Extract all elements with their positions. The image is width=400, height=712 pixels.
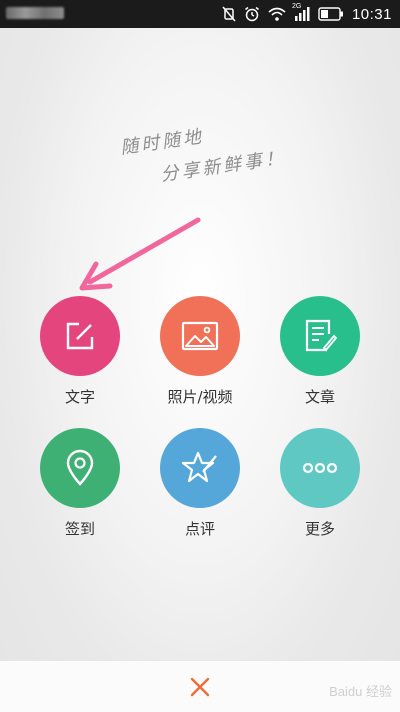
status-bar: 2G 10:31 [0, 0, 400, 28]
action-text-button[interactable] [40, 296, 120, 376]
action-article[interactable]: 文章 [260, 296, 380, 407]
network-type-label: 2G [291, 3, 302, 10]
mute-icon [222, 6, 236, 22]
action-photo-video[interactable]: 照片/视频 [140, 296, 260, 407]
watermark: Baidu 经验 [329, 684, 392, 699]
wifi-icon [268, 7, 286, 21]
review-star-icon [181, 451, 217, 483]
action-label: 文章 [304, 388, 335, 406]
article-icon [305, 319, 337, 352]
location-icon [66, 449, 94, 486]
action-more[interactable]: 更多 [260, 428, 380, 539]
blurred-carrier-name [6, 7, 64, 19]
action-photo-video-button[interactable] [160, 296, 240, 376]
more-icon [302, 462, 338, 474]
action-label: 签到 [64, 520, 95, 538]
action-review-button[interactable] [160, 428, 240, 508]
photo-icon [181, 321, 219, 351]
pointer-arrow [79, 217, 201, 291]
bottom-bar: Baidu 经验 [0, 660, 400, 712]
action-label: 点评 [184, 520, 215, 538]
close-button[interactable] [186, 673, 214, 701]
action-review[interactable]: 点评 [140, 428, 260, 539]
action-label: 文字 [64, 388, 95, 406]
battery-icon [318, 7, 343, 21]
action-label: 照片/视频 [167, 388, 233, 406]
action-more-button[interactable] [280, 428, 360, 508]
close-icon [190, 677, 210, 697]
status-time: 10:31 [351, 5, 392, 23]
action-checkin-button[interactable] [40, 428, 120, 508]
action-text[interactable]: 文字 [20, 296, 140, 407]
slogan-line-1: 随时随地 [119, 126, 206, 159]
status-icons: 2G 10:31 [222, 0, 392, 28]
compose-icon [66, 322, 94, 350]
action-article-button[interactable] [280, 296, 360, 376]
action-label: 更多 [304, 520, 335, 538]
action-checkin[interactable]: 签到 [20, 428, 140, 539]
signal-indicator: 2G [292, 3, 310, 21]
alarm-icon [244, 6, 259, 22]
